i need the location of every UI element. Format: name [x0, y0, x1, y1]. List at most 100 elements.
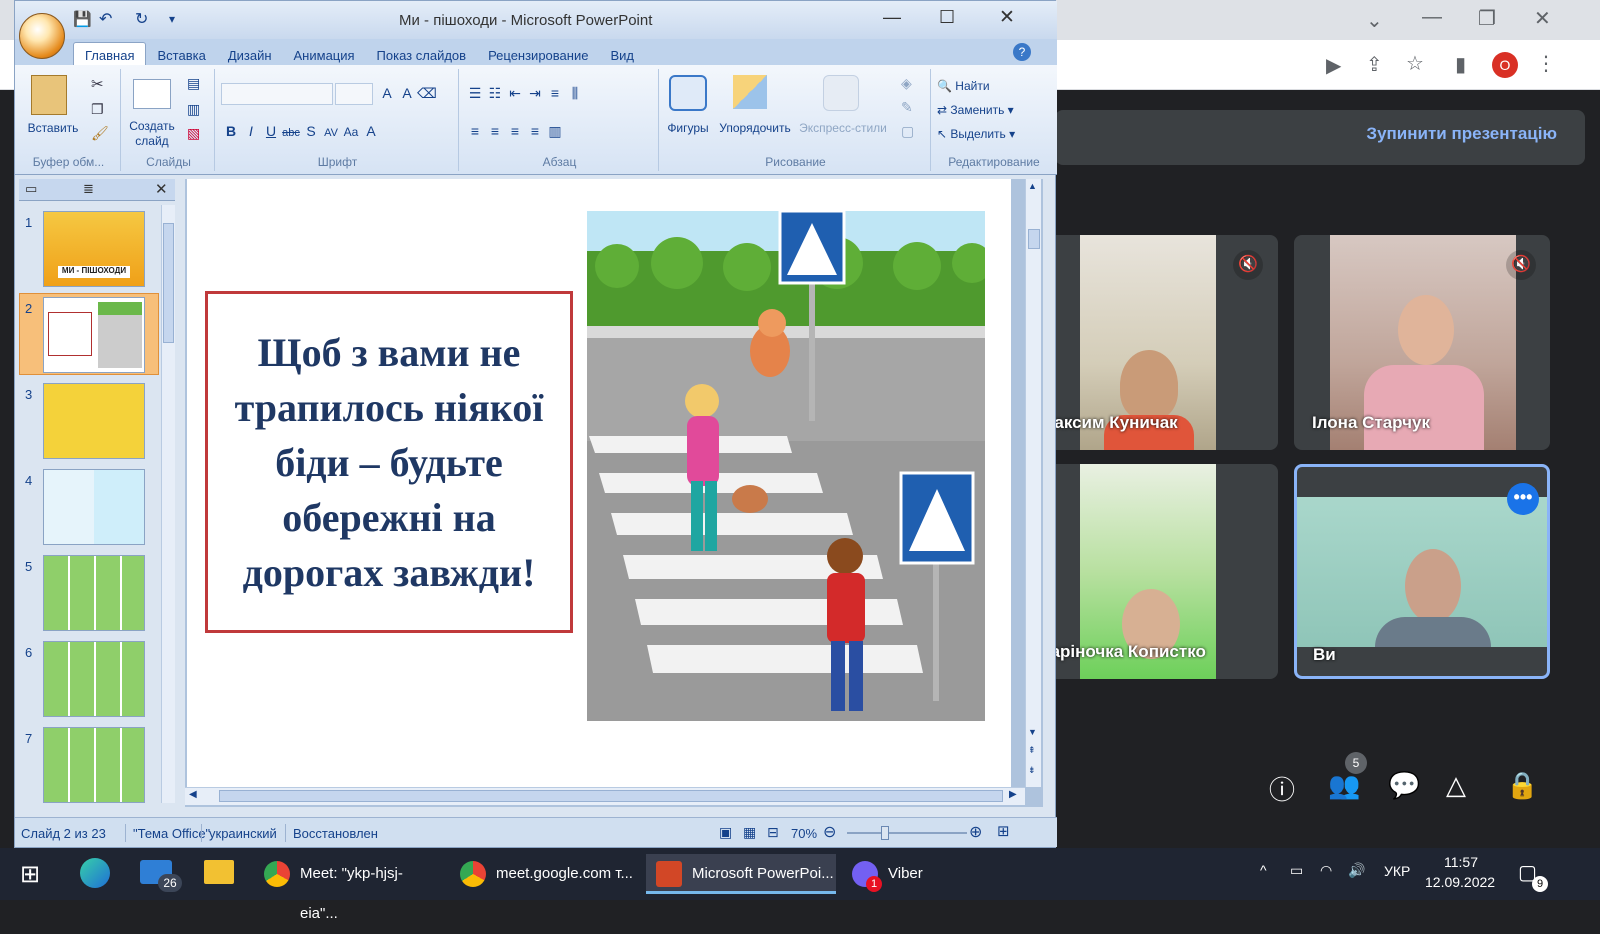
activities-icon[interactable]: △ — [1446, 770, 1466, 801]
quick-access-menu-icon[interactable]: ▾ — [169, 12, 175, 26]
cut-icon[interactable]: ✂ — [91, 75, 104, 93]
language[interactable]: украинский — [209, 826, 277, 841]
slide-thumb-1[interactable]: МИ - ПІШОХОДИ — [43, 211, 145, 287]
participant-tile[interactable]: Каріночка Копистко — [1040, 464, 1278, 679]
justify-icon[interactable]: ≡ — [525, 121, 545, 141]
edge-icon[interactable] — [80, 858, 110, 888]
normal-view-icon[interactable]: ▣ — [719, 824, 732, 841]
underline-icon[interactable]: U — [261, 121, 281, 141]
next-slide-icon[interactable]: ⇟ — [1028, 765, 1036, 776]
windows-start-icon[interactable]: ⊞ — [20, 860, 40, 889]
volume-icon[interactable]: 🔊 — [1348, 862, 1365, 879]
scroll-right-icon[interactable]: ▶ — [1009, 789, 1017, 800]
share-icon[interactable]: ⇪ — [1366, 52, 1383, 77]
input-language[interactable]: УКР — [1384, 863, 1410, 879]
horizontal-scrollbar[interactable]: ◀ ▶ — [185, 787, 1025, 805]
change-case-icon[interactable]: Aa — [341, 122, 361, 142]
zoom-slider-thumb[interactable] — [881, 826, 889, 840]
scroll-left-icon[interactable]: ◀ — [189, 789, 197, 800]
delete-slide-icon[interactable]: ▧ — [187, 125, 200, 142]
stop-presenting-button[interactable]: Зупинити презентацію — [1366, 124, 1557, 144]
zoom-slider[interactable] — [847, 832, 967, 834]
new-slide-button[interactable]: Создать слайд — [123, 119, 181, 149]
slide-thumb-4[interactable] — [43, 469, 145, 545]
taskbar-item-meet[interactable]: Meet: "ykp-hjsj-eia"... — [254, 854, 440, 922]
grow-font-icon[interactable]: A — [377, 83, 397, 103]
font-color-icon[interactable]: A — [361, 121, 381, 141]
more-options-icon[interactable]: ••• — [1507, 483, 1539, 515]
taskbar-item-meet-2[interactable]: meet.google.com т... — [450, 854, 636, 894]
minimize-icon[interactable]: — — [883, 7, 901, 28]
paste-button[interactable]: Вставить — [23, 121, 83, 135]
participant-tile[interactable]: 🔇 Максим Куничак — [1040, 235, 1278, 450]
shapes-button[interactable]: Фигуры — [661, 121, 715, 135]
battery-icon[interactable]: ▭ — [1290, 862, 1303, 879]
pane-scrollbar[interactable] — [161, 205, 175, 803]
info-icon[interactable]: ⓘ — [1269, 770, 1295, 807]
decrease-indent-icon[interactable]: ⇤ — [505, 83, 525, 103]
columns-icon[interactable]: ▥ — [545, 121, 565, 141]
line-spacing-icon[interactable]: ≡ — [545, 83, 565, 103]
slideshow-view-icon[interactable]: ⊟ — [767, 824, 779, 841]
chevron-up-icon[interactable]: ^ — [1260, 862, 1267, 878]
shape-outline-icon[interactable]: ✎ — [901, 99, 913, 116]
close-icon[interactable]: ✕ — [1534, 6, 1551, 31]
replace-button[interactable]: ⇄ Заменить ▾ — [937, 103, 1014, 117]
scroll-down-icon[interactable]: ▼ — [1028, 727, 1037, 737]
shadow-icon[interactable]: S — [301, 121, 321, 141]
vertical-scrollbar[interactable]: ▲ ▼ ⇞ ⇟ — [1025, 179, 1041, 787]
clock-time[interactable]: 11:57 — [1444, 854, 1478, 870]
format-painter-icon[interactable]: 🖌 — [91, 125, 109, 142]
slide-thumb-2[interactable] — [43, 297, 145, 373]
redo-icon[interactable]: ↻ — [135, 9, 148, 29]
arrange-button[interactable]: Упорядочить — [715, 121, 795, 135]
clear-format-icon[interactable]: ⌫ — [417, 83, 437, 103]
host-controls-icon[interactable]: 🔒 — [1506, 770, 1538, 801]
copy-icon[interactable]: ❐ — [91, 101, 104, 118]
zoom-level[interactable]: 70% — [791, 826, 817, 841]
shrink-font-icon[interactable]: A — [397, 83, 417, 103]
shape-effects-icon[interactable]: ▢ — [901, 123, 914, 140]
participant-tile-self[interactable]: ••• Ви — [1294, 464, 1550, 679]
participant-tile[interactable]: 🔇 Ілона Старчук — [1294, 235, 1550, 450]
undo-icon[interactable]: ↶ — [99, 9, 112, 29]
reset-icon[interactable]: ▥ — [187, 101, 200, 118]
zoom-out-icon[interactable]: ⊖ — [823, 822, 836, 842]
outline-tab-icon[interactable]: ≣ — [83, 181, 94, 197]
layout-icon[interactable]: ▤ — [187, 75, 200, 92]
slide-text-box[interactable]: Щоб з вами не трапилось ніякої біди – бу… — [205, 291, 573, 633]
file-explorer-icon[interactable] — [204, 860, 234, 884]
profile-avatar[interactable]: O — [1492, 52, 1518, 78]
sidepanel-icon[interactable]: ▮ — [1455, 52, 1466, 77]
align-left-icon[interactable]: ≡ — [465, 121, 485, 141]
quick-styles-button[interactable]: Экспресс-стили — [795, 121, 891, 135]
office-button[interactable] — [19, 13, 65, 59]
slide-thumb-7[interactable] — [43, 727, 145, 803]
slide-canvas[interactable]: Щоб з вами не трапилось ніякої біди – бу… — [187, 179, 1011, 787]
wifi-icon[interactable]: ◠ — [1320, 862, 1332, 879]
strikethrough-icon[interactable]: abc — [281, 123, 301, 143]
select-button[interactable]: ↖ Выделить ▾ — [937, 127, 1015, 141]
clock-date[interactable]: 12.09.2022 — [1425, 874, 1495, 890]
maximize-icon[interactable]: ☐ — [939, 7, 955, 28]
font-size-select[interactable] — [335, 83, 373, 105]
minimize-icon[interactable]: — — [1422, 6, 1442, 29]
prev-slide-icon[interactable]: ⇞ — [1028, 745, 1036, 756]
slide-thumb-6[interactable] — [43, 641, 145, 717]
save-icon[interactable]: 💾 — [73, 10, 92, 28]
close-pane-icon[interactable]: ✕ — [155, 180, 168, 198]
more-icon[interactable]: ⋮ — [1536, 51, 1556, 76]
shape-fill-icon[interactable]: ◈ — [901, 75, 912, 92]
italic-icon[interactable]: I — [241, 121, 261, 141]
zoom-in-icon[interactable]: ⊕ — [969, 822, 982, 842]
people-icon[interactable]: 👥 — [1328, 770, 1360, 801]
scroll-up-icon[interactable]: ▲ — [1028, 181, 1037, 191]
fit-window-icon[interactable]: ⊞ — [997, 822, 1010, 840]
help-icon[interactable]: ? — [1013, 43, 1031, 61]
slide-thumb-3[interactable] — [43, 383, 145, 459]
bold-icon[interactable]: B — [221, 121, 241, 141]
close-icon[interactable]: ✕ — [999, 6, 1015, 29]
columns-icon[interactable]: ⫼ — [565, 83, 585, 103]
find-button[interactable]: 🔍 Найти — [937, 79, 990, 93]
slide-thumb-5[interactable] — [43, 555, 145, 631]
